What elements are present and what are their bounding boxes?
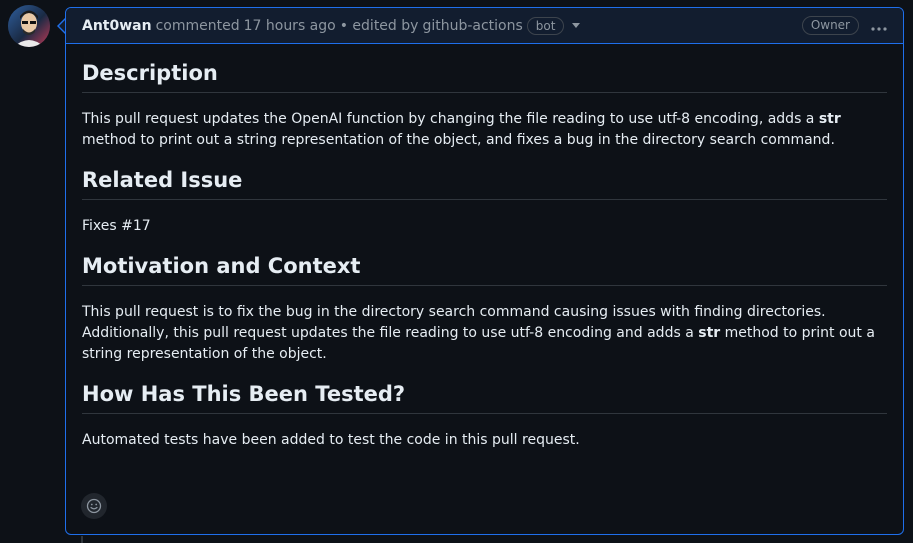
pr-description-page: Ant0wan commented 17 hours ago • edited … xyxy=(0,0,913,543)
motivation-paragraph: This pull request is to fix the bug in t… xyxy=(82,302,887,365)
comment-options-button[interactable] xyxy=(871,16,887,35)
bold-text: str xyxy=(818,111,841,127)
testing-paragraph: Automated tests have been added to test … xyxy=(82,432,580,448)
bot-badge: bot xyxy=(526,16,565,35)
description-paragraph: This pull request updates the OpenAI fun… xyxy=(82,109,887,151)
editor-link[interactable]: github-actions xyxy=(422,18,522,34)
bold-text: str xyxy=(698,325,721,341)
text-span: This pull request updates the OpenAI fun… xyxy=(82,111,819,127)
comment-timestamp[interactable]: 17 hours ago xyxy=(244,18,336,34)
related-issue-paragraph: Fixes #17 xyxy=(82,218,151,234)
add-reaction-button[interactable] xyxy=(81,493,107,519)
comment-box: Ant0wan commented 17 hours ago • edited … xyxy=(65,7,904,535)
comment-action: commented xyxy=(155,17,240,34)
comment-body: Description This pull request updates th… xyxy=(66,44,903,451)
section-heading: Related Issue xyxy=(82,167,887,200)
kebab-horizontal-icon xyxy=(871,27,887,31)
comment-header: Ant0wan commented 17 hours ago • edited … xyxy=(66,8,903,44)
smiley-icon xyxy=(86,498,102,514)
author-link[interactable]: Ant0wan xyxy=(82,18,152,34)
section-heading: Motivation and Context xyxy=(82,253,887,286)
triangle-down-icon xyxy=(572,23,581,28)
section-heading: How Has This Been Tested? xyxy=(82,381,887,414)
edit-history-dropdown[interactable] xyxy=(572,20,581,31)
avatar-illustration-icon xyxy=(8,5,50,47)
timeline-connector xyxy=(81,536,83,543)
owner-badge: Owner xyxy=(801,16,859,35)
edited-prefix: • edited by xyxy=(339,17,419,34)
text-span: method to print out a string representat… xyxy=(82,132,835,148)
section-heading: Description xyxy=(82,60,887,93)
avatar[interactable] xyxy=(8,5,50,47)
